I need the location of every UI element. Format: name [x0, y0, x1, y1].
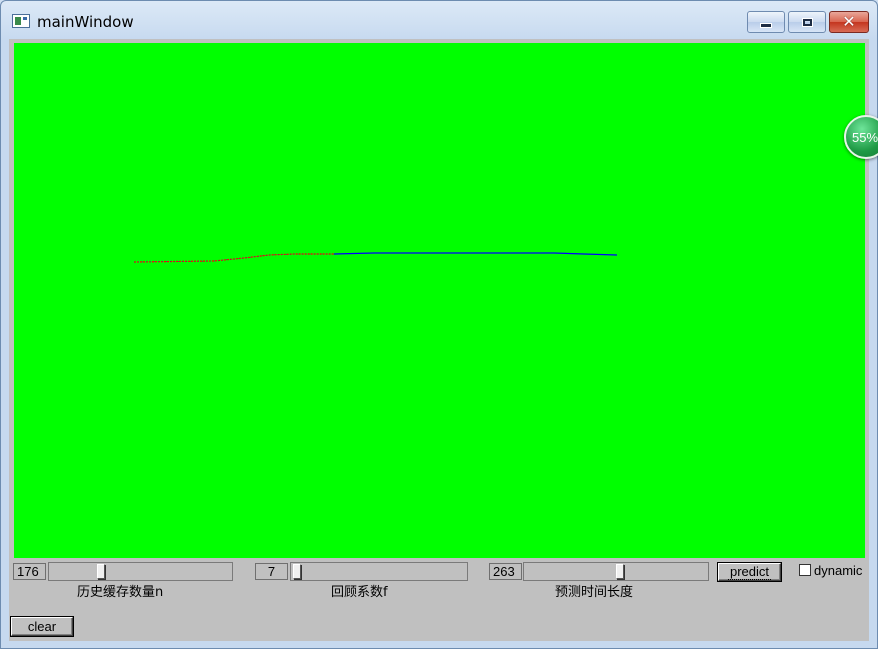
- minimize-icon: [760, 22, 772, 28]
- review-factor-field[interactable]: 7: [255, 563, 288, 580]
- predict-button[interactable]: predict: [718, 563, 781, 581]
- forecast-line: [333, 252, 618, 256]
- maximize-icon: [801, 17, 813, 27]
- forecast-slider-thumb[interactable]: [616, 564, 624, 579]
- close-button[interactable]: ✕: [829, 11, 869, 33]
- plot-canvas: [14, 43, 865, 558]
- progress-percent: 55%: [852, 129, 878, 145]
- title-bar[interactable]: mainWindow ✕: [1, 1, 877, 39]
- history-line-overlay: [133, 253, 334, 263]
- review-slider[interactable]: [290, 562, 468, 581]
- review-label: 回顾系数f: [331, 585, 388, 600]
- maximize-button[interactable]: [788, 11, 826, 33]
- review-slider-thumb[interactable]: [293, 564, 301, 579]
- window-title: mainWindow: [37, 13, 134, 31]
- minimize-button[interactable]: [747, 11, 785, 33]
- main-window: mainWindow ✕ 176 历史缓存数量n 7 回顾系数f 263 预测时…: [0, 0, 878, 649]
- history-count-field[interactable]: 176: [13, 563, 46, 580]
- dynamic-checkbox[interactable]: [799, 564, 811, 576]
- plot-svg: [133, 252, 618, 263]
- app-icon: [12, 14, 30, 28]
- dynamic-label: dynamic: [814, 563, 863, 578]
- predict-button-label: predict: [727, 564, 772, 580]
- history-slider-thumb[interactable]: [97, 564, 105, 579]
- clear-button[interactable]: clear: [11, 617, 73, 636]
- forecast-slider[interactable]: [523, 562, 709, 581]
- history-slider[interactable]: [48, 562, 233, 581]
- forecast-label: 预测时间长度: [555, 585, 634, 600]
- history-label: 历史缓存数量n: [77, 585, 164, 600]
- history-line: [133, 253, 334, 263]
- client-area: 176 历史缓存数量n 7 回顾系数f 263 预测时间长度 predict d…: [9, 39, 869, 641]
- close-icon: ✕: [842, 12, 856, 31]
- forecast-length-field[interactable]: 263: [489, 563, 522, 580]
